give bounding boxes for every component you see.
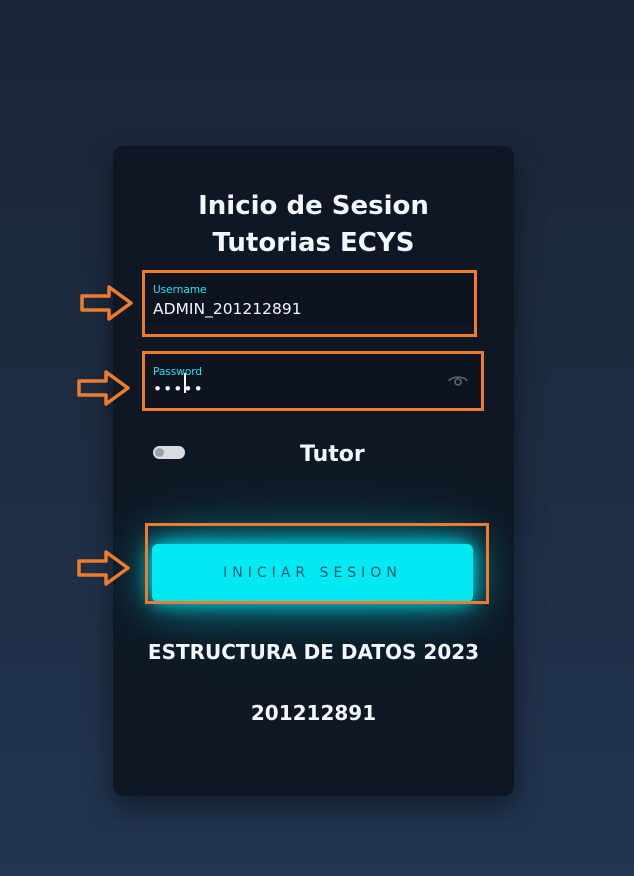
login-subtitle: Tutorias ECYS xyxy=(212,228,415,258)
arrow-right-icon xyxy=(77,550,130,586)
toggle-knob xyxy=(155,448,164,457)
tutor-label: Tutor xyxy=(300,442,365,467)
button-highlight-box xyxy=(145,523,489,604)
course-text: ESTRUCTURA DE DATOS 2023 xyxy=(147,640,480,664)
student-id-text: 201212891 xyxy=(250,701,377,725)
login-title: Inicio de Sesion xyxy=(198,191,429,221)
arrow-right-icon xyxy=(80,285,133,321)
username-highlight-box xyxy=(142,270,477,337)
password-highlight-box xyxy=(142,351,484,411)
tutor-toggle[interactable] xyxy=(153,446,185,459)
login-card: Inicio de Sesion Tutorias ECYS Username … xyxy=(113,146,514,796)
arrow-right-icon xyxy=(77,370,130,406)
